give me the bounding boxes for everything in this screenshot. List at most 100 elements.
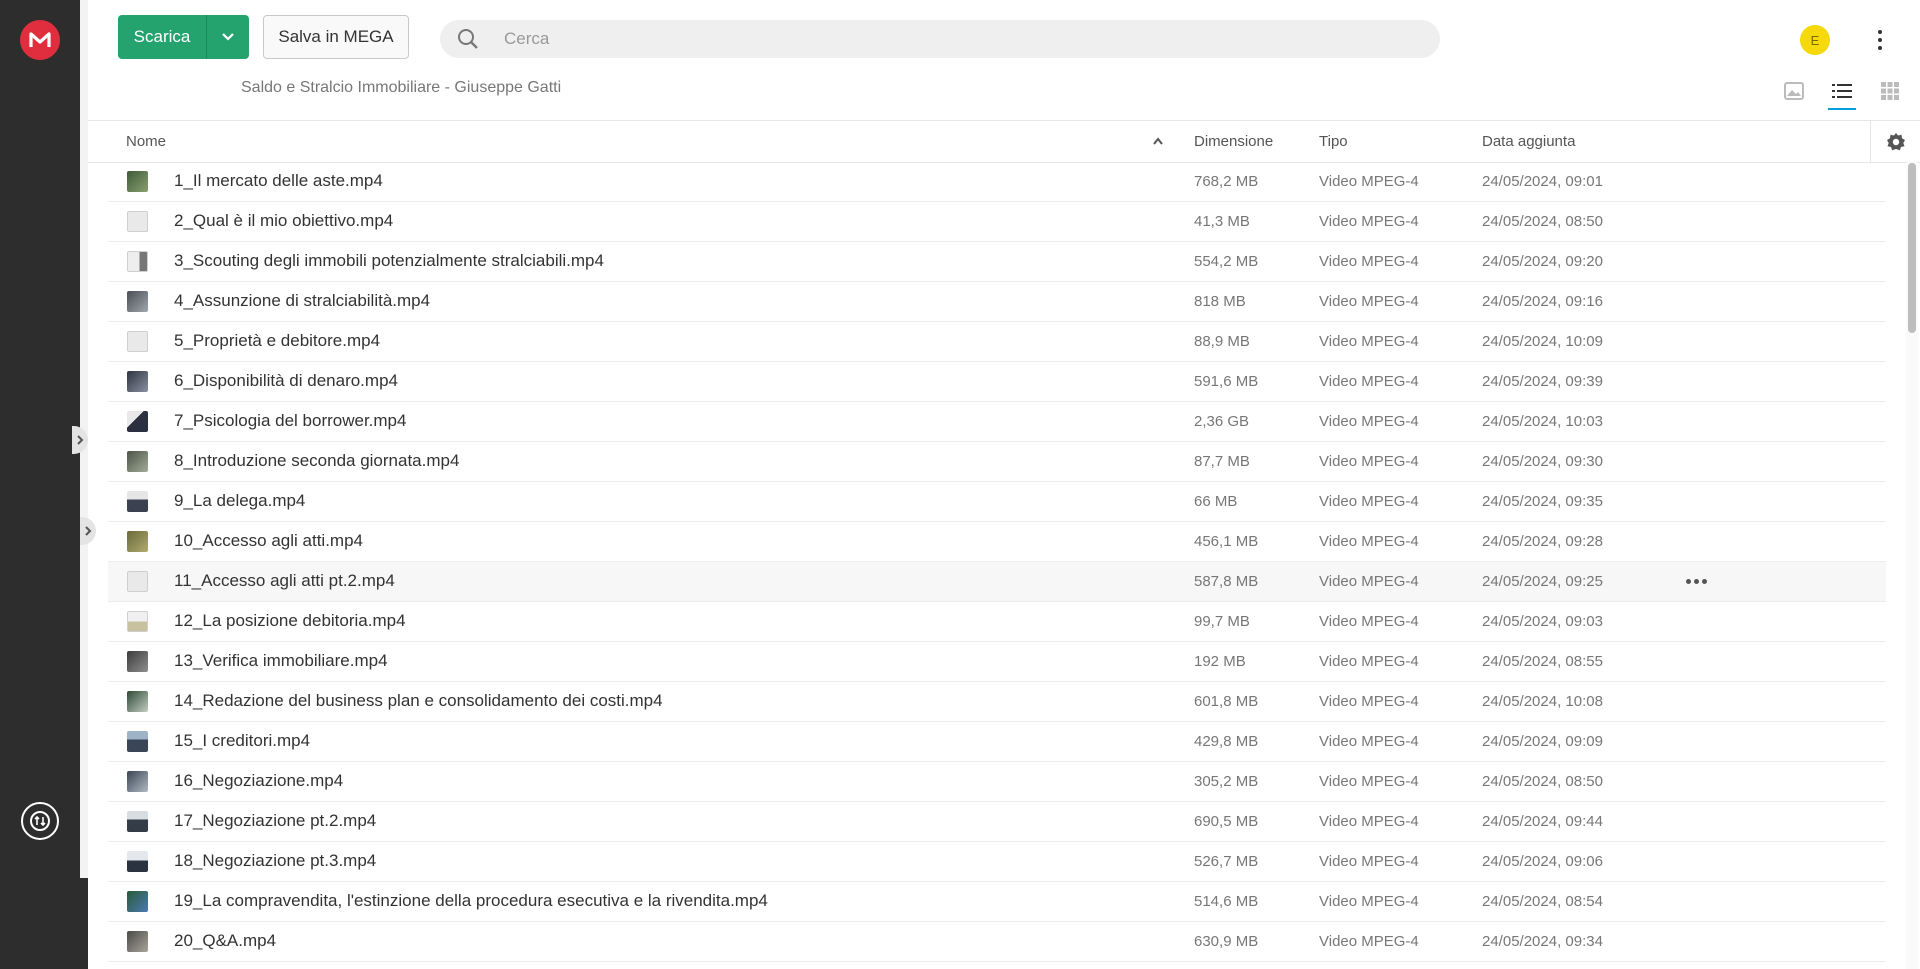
file-size: 66 MB [1194,493,1238,510]
file-list: 1_Il mercato delle aste.mp4 768,2 MB Vid… [108,162,1886,962]
download-options-dropdown[interactable] [206,15,249,59]
file-type: Video MPEG-4 [1319,333,1419,350]
table-row[interactable]: 15_I creditori.mp4 429,8 MB Video MPEG-4… [108,722,1886,762]
mega-logo[interactable] [20,20,60,60]
video-thumbnail-icon [127,651,148,672]
file-type: Video MPEG-4 [1319,293,1419,310]
table-row[interactable]: 20_Q&A.mp4 630,9 MB Video MPEG-4 24/05/2… [108,922,1886,962]
file-name: 6_Disponibilità di denaro.mp4 [174,371,398,390]
sort-ascending-icon[interactable] [1152,133,1164,150]
file-date: 24/05/2024, 09:20 [1482,253,1603,270]
more-options-menu[interactable] [1870,25,1890,55]
file-date: 24/05/2024, 09:30 [1482,453,1603,470]
file-name: 3_Scouting degli immobili potenzialmente… [174,251,604,270]
table-row[interactable]: 19_La compravendita, l'estinzione della … [108,882,1886,922]
file-size: 88,9 MB [1194,333,1250,350]
file-name: 18_Negoziazione pt.3.mp4 [174,851,377,870]
file-type: Video MPEG-4 [1319,213,1419,230]
file-size: 87,7 MB [1194,453,1250,470]
file-type: Video MPEG-4 [1319,533,1419,550]
video-thumbnail-icon [127,931,148,952]
file-name: 9_La delega.mp4 [174,491,306,510]
file-size: 630,9 MB [1194,933,1259,950]
file-type: Video MPEG-4 [1319,693,1419,710]
file-type: Video MPEG-4 [1319,653,1419,670]
video-thumbnail-icon [127,451,148,472]
grid-view-button[interactable] [1876,78,1904,104]
file-name: 15_I creditori.mp4 [174,731,311,750]
dot-icon [1878,30,1882,34]
dot-icon [1702,579,1707,584]
search-icon [444,28,492,50]
table-row[interactable]: 8_Introduzione seconda giornata.mp4 87,7… [108,442,1886,482]
file-type: Video MPEG-4 [1319,853,1419,870]
file-date: 24/05/2024, 09:39 [1482,373,1603,390]
view-mode-toggles [1780,78,1904,110]
file-type: Video MPEG-4 [1319,373,1419,390]
column-header-type[interactable]: Tipo [1319,133,1348,150]
file-date: 24/05/2024, 09:06 [1482,853,1603,870]
row-more-options-button[interactable] [1686,579,1707,584]
file-type: Video MPEG-4 [1319,893,1419,910]
scrollbar-thumb[interactable] [1908,163,1916,333]
file-name: 4_Assunzione di stralciabilità.mp4 [174,291,431,310]
file-name: 8_Introduzione seconda giornata.mp4 [174,451,460,470]
table-row[interactable]: 16_Negoziazione.mp4 305,2 MB Video MPEG-… [108,762,1886,802]
table-row[interactable]: 12_La posizione debitoria.mp4 99,7 MB Vi… [108,602,1886,642]
file-type: Video MPEG-4 [1319,493,1419,510]
file-date: 24/05/2024, 08:50 [1482,773,1603,790]
file-name: 14_Redazione del business plan e consoli… [174,691,663,710]
table-row[interactable]: 10_Accesso agli atti.mp4 456,1 MB Video … [108,522,1886,562]
table-row[interactable]: 11_Accesso agli atti pt.2.mp4 587,8 MB V… [108,562,1886,602]
file-size: 526,7 MB [1194,853,1259,870]
file-date: 24/05/2024, 09:03 [1482,613,1603,630]
file-name: 16_Negoziazione.mp4 [174,771,344,790]
table-row[interactable]: 7_Psicologia del borrower.mp4 2,36 GB Vi… [108,402,1886,442]
dot-icon [1878,46,1882,50]
file-size: 514,6 MB [1194,893,1259,910]
save-to-mega-button[interactable]: Salva in MEGA [263,15,409,59]
table-row[interactable]: 2_Qual è il mio obiettivo.mp4 41,3 MB Vi… [108,202,1886,242]
table-row[interactable]: 1_Il mercato delle aste.mp4 768,2 MB Vid… [108,162,1886,202]
column-header-date[interactable]: Data aggiunta [1482,133,1575,150]
avatar[interactable]: E [1800,25,1830,55]
file-type: Video MPEG-4 [1319,573,1419,590]
transfer-icon [30,811,50,831]
video-thumbnail-icon [127,891,148,912]
gear-icon [1887,132,1905,150]
video-thumbnail-icon [127,171,148,192]
file-size: 41,3 MB [1194,213,1250,230]
dot-icon [1694,579,1699,584]
column-header-name[interactable]: Nome [126,133,166,150]
thumbnail-view-button[interactable] [1780,78,1808,104]
table-row[interactable]: 13_Verifica immobiliare.mp4 192 MB Video… [108,642,1886,682]
table-row[interactable]: 6_Disponibilità di denaro.mp4 591,6 MB V… [108,362,1886,402]
column-settings-button[interactable] [1870,121,1920,162]
file-date: 24/05/2024, 10:08 [1482,693,1603,710]
file-date: 24/05/2024, 09:09 [1482,733,1603,750]
file-type: Video MPEG-4 [1319,733,1419,750]
table-row[interactable]: 18_Negoziazione pt.3.mp4 526,7 MB Video … [108,842,1886,882]
file-type: Video MPEG-4 [1319,453,1419,470]
search-input[interactable] [502,28,1386,50]
column-header-size[interactable]: Dimensione [1194,133,1273,150]
table-row[interactable]: 17_Negoziazione pt.2.mp4 690,5 MB Video … [108,802,1886,842]
file-name: 5_Proprietà e debitore.mp4 [174,331,381,350]
file-name: 13_Verifica immobiliare.mp4 [174,651,388,670]
table-row[interactable]: 9_La delega.mp4 66 MB Video MPEG-4 24/05… [108,482,1886,522]
file-size: 818 MB [1194,293,1246,310]
expand-panel-toggle[interactable] [80,517,96,545]
table-row[interactable]: 3_Scouting degli immobili potenzialmente… [108,242,1886,282]
chevron-down-icon [222,33,234,41]
download-button[interactable]: Scarica [118,15,206,59]
table-row[interactable]: 5_Proprietà e debitore.mp4 88,9 MB Video… [108,322,1886,362]
list-view-button[interactable] [1828,78,1856,110]
table-row[interactable]: 14_Redazione del business plan e consoli… [108,682,1886,722]
file-size: 2,36 GB [1194,413,1250,430]
transfer-manager-button[interactable] [21,802,59,840]
table-row[interactable]: 4_Assunzione di stralciabilità.mp4 818 M… [108,282,1886,322]
mega-logo-icon [29,32,51,47]
download-button-group: Scarica [118,15,249,59]
file-date: 24/05/2024, 09:28 [1482,533,1603,550]
video-thumbnail-icon [127,411,148,432]
